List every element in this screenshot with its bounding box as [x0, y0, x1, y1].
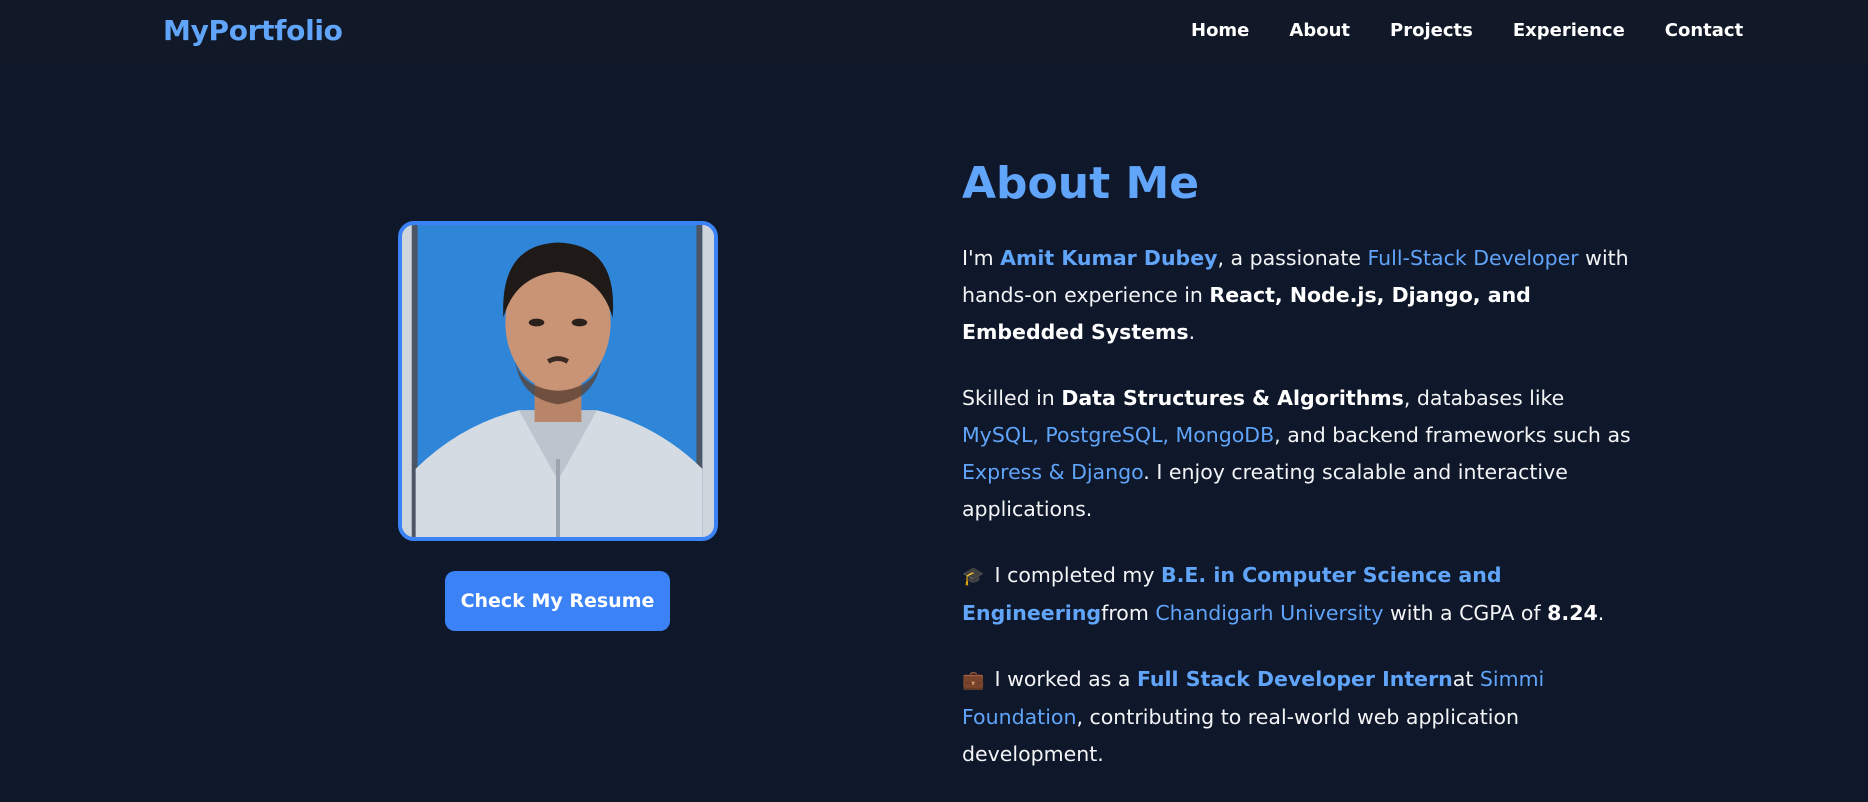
- university-highlight: Chandigarh University: [1155, 601, 1384, 625]
- role-highlight: Full-Stack Developer: [1367, 246, 1579, 270]
- text: .: [1188, 320, 1196, 344]
- about-paragraph-experience: 💼 I worked as a Full Stack Developer Int…: [962, 661, 1642, 773]
- about-title: About Me: [962, 158, 1200, 209]
- text: I completed my: [988, 563, 1161, 587]
- text: , and backend frameworks such as: [1274, 423, 1631, 447]
- nav-link-experience[interactable]: Experience: [1513, 20, 1625, 41]
- text: at: [1452, 667, 1480, 691]
- text: I'm: [962, 246, 1001, 270]
- nav-link-contact[interactable]: Contact: [1665, 20, 1743, 41]
- text: , a passionate: [1217, 246, 1368, 270]
- text: .: [1597, 601, 1605, 625]
- nav-link-about[interactable]: About: [1289, 20, 1350, 41]
- cgpa-value: 8.24: [1547, 601, 1598, 625]
- about-paragraph-skills: Skilled in Data Structures & Algorithms,…: [962, 380, 1642, 528]
- nav-links: Home About Projects Experience Contact: [1191, 20, 1743, 41]
- navbar: MyPortfolio Home About Projects Experien…: [0, 0, 1868, 66]
- nav-link-projects[interactable]: Projects: [1390, 20, 1473, 41]
- text: , databases like: [1403, 386, 1565, 410]
- nav-link-home[interactable]: Home: [1191, 20, 1249, 41]
- about-paragraph-intro: I'm Amit Kumar Dubey, a passionate Full-…: [962, 240, 1642, 351]
- text: with a CGPA of: [1383, 601, 1548, 625]
- frameworks-highlight: Express & Django: [962, 460, 1144, 484]
- graduation-cap-icon: 🎓: [962, 566, 985, 587]
- about-paragraph-education: 🎓 I completed my B.E. in Computer Scienc…: [962, 557, 1642, 632]
- databases-highlight: MySQL, PostgreSQL, MongoDB: [962, 423, 1275, 447]
- name-highlight: Amit Kumar Dubey: [1000, 246, 1218, 270]
- profile-photo: [398, 221, 718, 541]
- profile-photo-image: [402, 225, 714, 537]
- about-text: I'm Amit Kumar Dubey, a passionate Full-…: [962, 240, 1642, 802]
- position-highlight: Full Stack Developer Intern: [1136, 667, 1453, 691]
- briefcase-icon: 💼: [962, 670, 985, 691]
- text: from: [1101, 601, 1156, 625]
- text: I worked as a: [988, 667, 1137, 691]
- site-logo[interactable]: MyPortfolio: [163, 14, 343, 47]
- check-resume-button[interactable]: Check My Resume: [445, 571, 670, 631]
- text: Skilled in: [962, 386, 1062, 410]
- dsa-highlight: Data Structures & Algorithms: [1061, 386, 1404, 410]
